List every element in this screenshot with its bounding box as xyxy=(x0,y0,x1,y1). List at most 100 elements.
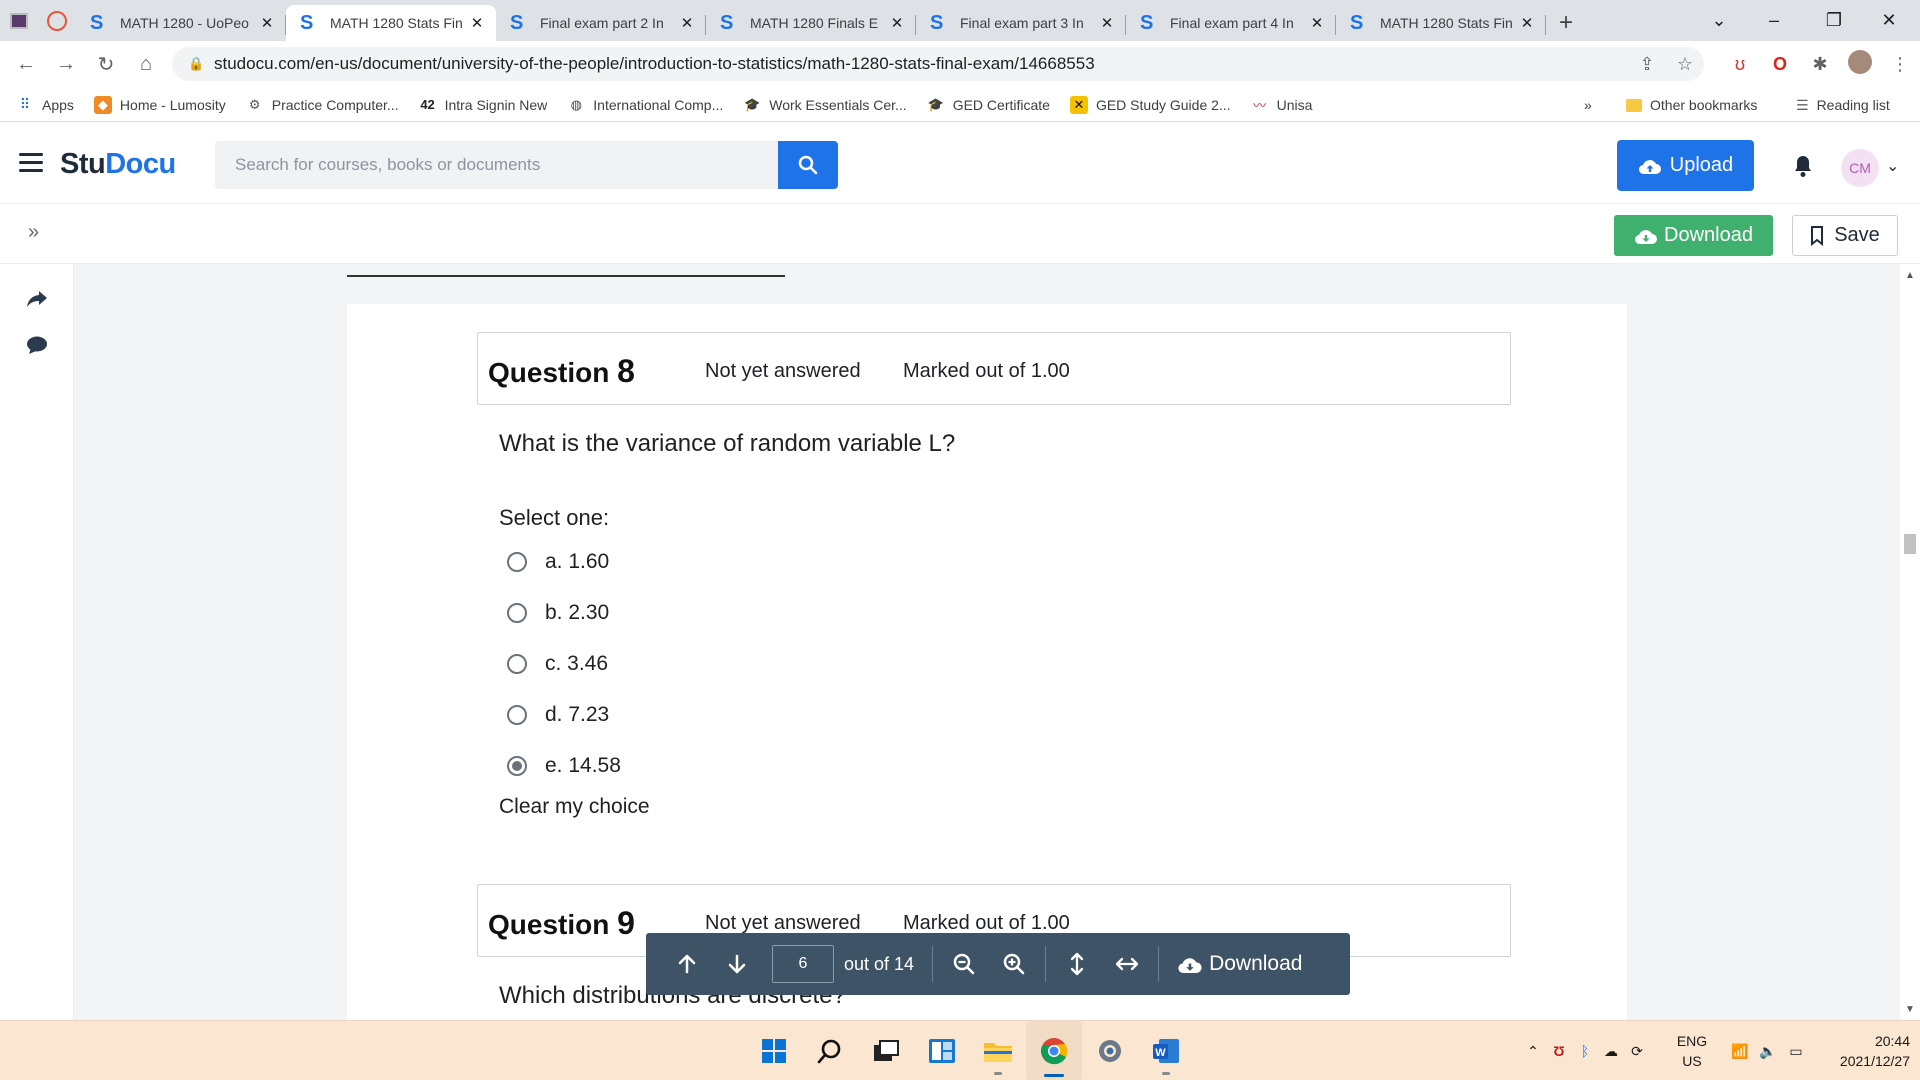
bookmark-ged-certificate[interactable]: 🎓 GED Certificate xyxy=(927,96,1050,114)
chevron-down-icon[interactable]: ⌄ xyxy=(1886,156,1899,176)
onedrive-cloud-icon[interactable]: ☁ xyxy=(1598,1043,1624,1060)
bookmark-ged-study-guide[interactable]: ✕ GED Study Guide 2... xyxy=(1069,95,1231,114)
chrome-taskbar-button[interactable] xyxy=(1026,1021,1082,1080)
answer-option-b[interactable]: b. 2.30 xyxy=(507,598,609,628)
document-viewer[interactable]: Question 8 Not yet answered Marked out o… xyxy=(74,264,1900,1020)
reading-list-button[interactable]: ☰ Reading list xyxy=(1796,88,1890,122)
other-bookmarks-folder[interactable]: Other bookmarks xyxy=(1626,88,1757,122)
save-button[interactable]: Save xyxy=(1792,215,1898,256)
pinned-tab-1[interactable] xyxy=(0,0,38,41)
radio-button-selected[interactable] xyxy=(507,756,527,776)
forward-button[interactable]: → xyxy=(46,45,86,85)
quick-settings[interactable]: 📶 🔈 ▭ xyxy=(1726,1021,1810,1080)
radio-button[interactable] xyxy=(507,705,527,725)
bookmarks-overflow-button[interactable]: » xyxy=(1584,88,1592,122)
radio-button[interactable] xyxy=(507,552,527,572)
taskbar-clock[interactable]: 20:44 2021/12/27 xyxy=(1820,1031,1910,1071)
bookmark-intra-signin[interactable]: 42 Intra Signin New xyxy=(419,96,547,114)
answer-option-c[interactable]: c. 3.46 xyxy=(507,649,608,679)
browser-tab[interactable]: S MATH 1280 Finals E ✕ xyxy=(706,5,916,41)
scroll-thumb[interactable] xyxy=(1904,534,1916,554)
studocu-logo[interactable]: StuDocu xyxy=(60,148,176,181)
radio-button[interactable] xyxy=(507,603,527,623)
tray-overflow-chevron-icon[interactable]: ⌃ xyxy=(1520,1043,1546,1060)
hamburger-menu-icon[interactable] xyxy=(19,153,43,173)
bookmark-international-comp[interactable]: ◍ International Comp... xyxy=(567,96,724,114)
upload-button[interactable]: Upload xyxy=(1617,140,1754,191)
browser-tab[interactable]: S MATH 1280 Stats Fin ✕ xyxy=(1336,5,1546,41)
search-input[interactable]: Search for courses, books or documents xyxy=(215,141,778,189)
profile-avatar-icon[interactable] xyxy=(1840,50,1880,79)
browser-tab-active[interactable]: S MATH 1280 Stats Fin ✕ xyxy=(286,5,496,41)
file-explorer-button[interactable] xyxy=(970,1021,1026,1080)
share-arrow-icon[interactable] xyxy=(24,286,50,312)
bookmark-work-essentials[interactable]: 🎓 Work Essentials Cer... xyxy=(743,96,907,114)
avatar[interactable]: CM xyxy=(1841,149,1879,187)
clear-choice-link[interactable]: Clear my choice xyxy=(499,795,650,819)
new-tab-button[interactable]: + xyxy=(1546,5,1586,41)
tab-close-icon[interactable]: ✕ xyxy=(1098,14,1116,32)
tab-close-icon[interactable]: ✕ xyxy=(888,14,906,32)
bookmark-unisa[interactable]: 〰 Unisa xyxy=(1251,96,1312,114)
extensions-puzzle-icon[interactable]: ✱ xyxy=(1800,54,1840,75)
restore-button[interactable]: ❐ xyxy=(1811,0,1857,41)
tab-close-icon[interactable]: ✕ xyxy=(1518,14,1536,32)
comment-icon[interactable] xyxy=(24,332,50,358)
bookmark-lumosity[interactable]: ◆ Home - Lumosity xyxy=(93,95,226,114)
bluetooth-icon[interactable]: ᛒ xyxy=(1572,1043,1598,1059)
pinned-tab-2[interactable] xyxy=(38,0,76,41)
answer-option-a[interactable]: a. 1.60 xyxy=(507,547,609,577)
bookmark-star-icon[interactable]: ☆ xyxy=(1666,54,1704,75)
radio-button[interactable] xyxy=(507,654,527,674)
back-button[interactable]: ← xyxy=(6,45,46,85)
browser-tab[interactable]: S Final exam part 2 In ✕ xyxy=(496,5,706,41)
next-page-arrow-icon[interactable] xyxy=(712,933,762,995)
mcafee-icon[interactable]: Ʊ xyxy=(1546,1043,1572,1059)
tab-search-icon[interactable]: ⌄ xyxy=(1696,0,1742,41)
address-bar[interactable]: 🔒 studocu.com/en-us/document/university-… xyxy=(172,47,1704,81)
zoom-out-icon[interactable] xyxy=(939,933,989,995)
fit-height-icon[interactable] xyxy=(1052,933,1102,995)
close-window-button[interactable]: ✕ xyxy=(1866,0,1912,41)
bookmark-practice-computer[interactable]: ⚙ Practice Computer... xyxy=(246,96,399,114)
task-view-button[interactable] xyxy=(858,1021,914,1080)
previous-page-arrow-icon[interactable] xyxy=(662,933,712,995)
pager-download-label: Download xyxy=(1209,952,1303,975)
notification-bell-icon[interactable] xyxy=(1792,154,1814,184)
extension-opera-icon[interactable]: O xyxy=(1760,54,1800,75)
scroll-up-arrow-icon[interactable]: ▲ xyxy=(1905,270,1915,281)
settings-taskbar-button[interactable] xyxy=(1082,1021,1138,1080)
tab-close-icon[interactable]: ✕ xyxy=(258,14,276,32)
scroll-down-arrow-icon[interactable]: ▼ xyxy=(1905,1004,1915,1015)
widgets-button[interactable] xyxy=(914,1021,970,1080)
answer-option-e[interactable]: e. 14.58 xyxy=(507,751,621,781)
start-button[interactable] xyxy=(746,1021,802,1080)
bookmark-apps[interactable]: ⠿ Apps xyxy=(16,96,74,114)
pager-download-button[interactable]: Download xyxy=(1177,952,1302,976)
expand-sidebar-icon[interactable]: » xyxy=(28,221,39,244)
page-number-input[interactable] xyxy=(772,945,834,983)
browser-tab[interactable]: S Final exam part 3 In ✕ xyxy=(916,5,1126,41)
home-button[interactable]: ⌂ xyxy=(126,45,166,85)
tab-close-icon[interactable]: ✕ xyxy=(1308,14,1326,32)
reading-list-label: Reading list xyxy=(1816,97,1890,113)
chrome-menu-icon[interactable]: ⋮ xyxy=(1880,54,1920,75)
download-button[interactable]: Download xyxy=(1614,215,1773,256)
vertical-scrollbar[interactable]: ▲ ▼ xyxy=(1900,264,1920,1020)
tab-close-icon[interactable]: ✕ xyxy=(468,14,486,32)
answer-option-d[interactable]: d. 7.23 xyxy=(507,700,609,730)
fit-width-icon[interactable] xyxy=(1102,933,1152,995)
language-indicator[interactable]: ENG US xyxy=(1672,1031,1712,1071)
minimize-button[interactable]: – xyxy=(1751,0,1797,41)
share-icon[interactable]: ⇪ xyxy=(1628,54,1666,75)
word-taskbar-button[interactable]: W xyxy=(1138,1021,1194,1080)
taskbar-search-button[interactable] xyxy=(802,1021,858,1080)
search-button[interactable] xyxy=(778,141,838,189)
reload-button[interactable]: ↻ xyxy=(86,45,126,85)
zoom-in-icon[interactable] xyxy=(989,933,1039,995)
browser-tab[interactable]: S Final exam part 4 In ✕ xyxy=(1126,5,1336,41)
sync-icon[interactable]: ⟳ xyxy=(1624,1043,1650,1060)
tab-close-icon[interactable]: ✕ xyxy=(678,14,696,32)
extension-shield-icon[interactable]: ʊ xyxy=(1720,54,1760,75)
browser-tab[interactable]: S MATH 1280 - UoPeo ✕ xyxy=(76,5,286,41)
